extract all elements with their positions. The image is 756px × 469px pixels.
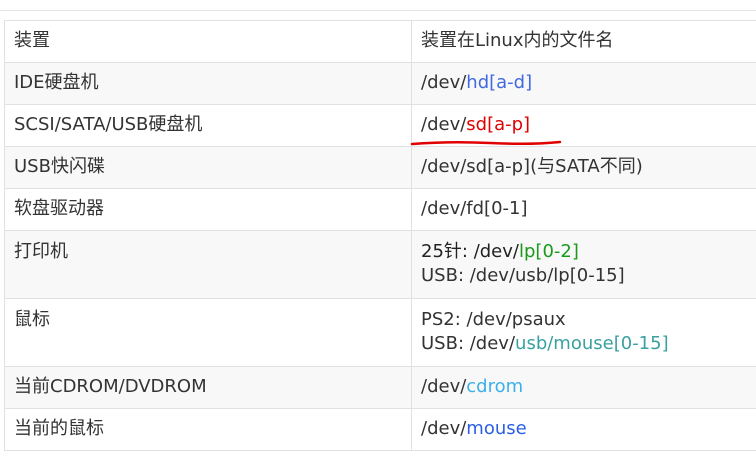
table-row: IDE硬盘机 /dev/hd[a-d]: [4, 62, 756, 105]
table-row: USB快闪碟 /dev/sd[a-p](与SATA不同): [4, 146, 756, 189]
path-prefix: /dev/: [421, 72, 467, 93]
table-row: 鼠标 PS2: /dev/psaux USB: /dev/usb/mouse[0…: [4, 298, 756, 367]
path-cell: /dev/fd[0-1]: [411, 188, 756, 231]
path-highlight: lp: [518, 241, 536, 262]
table-row: SCSI/SATA/USB硬盘机 /dev/sd[a-p]: [4, 104, 756, 147]
path-highlight: hd[a-d]: [466, 72, 533, 93]
top-strip: [0, 0, 756, 11]
table-row: 当前CDROM/DVDROM /dev/cdrom: [4, 366, 756, 409]
path-prefix: USB: /dev/: [421, 333, 516, 354]
header-device: 装置: [4, 20, 412, 63]
path-cell: 25针: /dev/lp[0-2] USB: /dev/usb/lp[0-15]: [411, 230, 756, 299]
path-cell: /dev/hd[a-d]: [411, 62, 756, 105]
device-cell: 软盘驱动器: [4, 188, 412, 231]
path-cell: PS2: /dev/psaux USB: /dev/usb/mouse[0-15…: [411, 298, 756, 367]
table-header-row: 装置 装置在Linux内的文件名: [4, 20, 756, 63]
table-row: 当前的鼠标 /dev/mouse: [4, 408, 756, 451]
path-highlight: [0-2]: [535, 241, 579, 262]
table-row: 软盘驱动器 /dev/fd[0-1]: [4, 188, 756, 231]
path-line-2: USB: /dev/usb/mouse[0-15]: [421, 332, 756, 356]
header-filename: 装置在Linux内的文件名: [411, 20, 756, 63]
device-cell: 鼠标: [4, 298, 412, 367]
path-highlight: mouse: [466, 418, 527, 439]
path-line-1: PS2: /dev/psaux: [421, 309, 566, 330]
path-cell: /dev/sd[a-p](与SATA不同): [411, 146, 756, 189]
path-cell: /dev/mouse: [411, 408, 756, 451]
device-cell: SCSI/SATA/USB硬盘机: [4, 104, 412, 147]
table-row: 打印机 25针: /dev/lp[0-2] USB: /dev/usb/lp[0…: [4, 230, 756, 299]
path-highlight: usb/mouse[0-15]: [515, 333, 669, 354]
path-cell: /dev/cdrom: [411, 366, 756, 409]
device-cell: USB快闪碟: [4, 146, 412, 189]
path-prefix: 25针: /dev/: [421, 241, 519, 262]
device-cell: 当前CDROM/DVDROM: [4, 366, 412, 409]
path-highlight: sd[a-p]: [466, 114, 531, 135]
device-cell: 当前的鼠标: [4, 408, 412, 451]
device-table: 装置 装置在Linux内的文件名 IDE硬盘机 /dev/hd[a-d] SCS…: [4, 20, 756, 451]
device-cell: IDE硬盘机: [4, 62, 412, 105]
path-highlight: cdrom: [466, 376, 524, 397]
path-line-2: USB: /dev/usb/lp[0-15]: [421, 265, 625, 286]
path-prefix: /dev/: [421, 114, 467, 135]
path-prefix: /dev/: [421, 418, 467, 439]
path-prefix: /dev/: [421, 376, 467, 397]
path-line-1: 25针: /dev/lp[0-2]: [421, 240, 756, 264]
red-underline-annotation: [410, 140, 562, 146]
device-cell: 打印机: [4, 230, 412, 299]
